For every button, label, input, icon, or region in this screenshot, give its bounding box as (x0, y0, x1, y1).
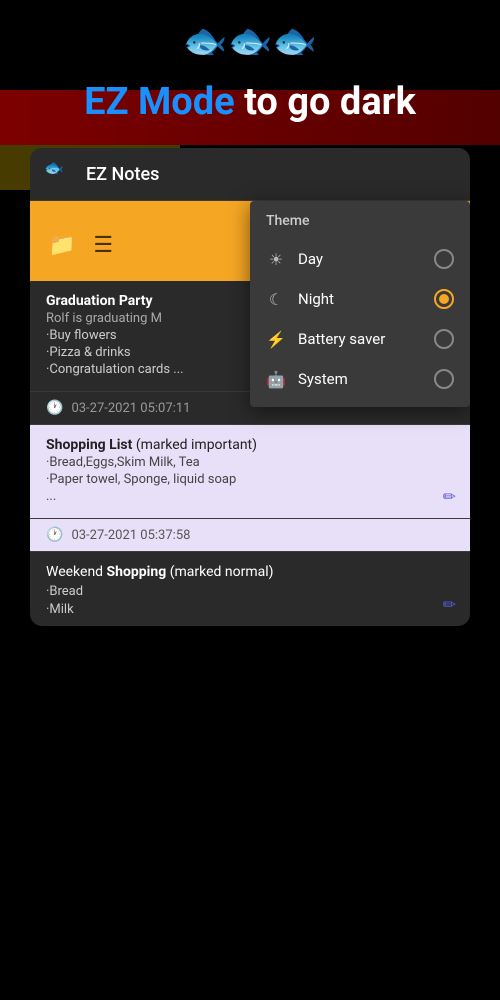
hero-ez-mode: EZ Mode (84, 80, 235, 124)
day-radio[interactable] (434, 249, 454, 269)
note-card-shopping: Shopping List (marked important) ·Bread,… (30, 425, 470, 519)
app-card: 🐟 EZ Notes Notes 📁 ☰ Theme ☀ Day ☾ Night… (30, 148, 470, 626)
hero-suffix: to go dark (235, 80, 416, 124)
night-radio[interactable] (434, 289, 454, 309)
clock-icon-shopping: 🕐 (46, 527, 63, 543)
clock-icon-graduation: 🕐 (46, 400, 63, 416)
app-header: 🐟🐟🐟 EZ Mode to go dark (0, 0, 500, 148)
battery-label: Battery saver (298, 330, 422, 348)
theme-option-battery[interactable]: ⚡ Battery saver (250, 319, 470, 359)
notes-toolbar: Notes 📁 ☰ Theme ☀ Day ☾ Night ⚡ Battery … (30, 201, 470, 281)
shopping-bullet-3: ... (46, 489, 454, 504)
folder-icon[interactable]: 📁 (48, 233, 75, 258)
note-card-weekend: Weekend Shopping (marked normal) ·Bread … (30, 552, 470, 626)
weekend-bullet-2: ·Milk (46, 602, 454, 617)
graduation-title-bold: Graduation Party (46, 293, 153, 309)
shopping-bullet-2: ·Paper towel, Sponge, liquid soap (46, 472, 454, 487)
app-title-text: EZ Notes (86, 164, 159, 185)
night-label: Night (298, 290, 422, 308)
logo-area: 🐟🐟🐟 (0, 20, 500, 62)
weekend-title: Weekend Shopping (marked normal) (46, 564, 454, 580)
hero-title: EZ Mode to go dark (0, 70, 500, 138)
day-label: Day (298, 250, 422, 268)
theme-option-night[interactable]: ☾ Night (250, 279, 470, 319)
day-icon: ☀ (266, 250, 286, 269)
battery-icon: ⚡ (266, 330, 286, 349)
shopping-edit-icon[interactable]: ✏ (443, 487, 456, 506)
app-logo-icon: 🐟 (44, 158, 76, 190)
theme-option-system[interactable]: 🤖 System (250, 359, 470, 399)
shopping-timestamp-row: 🕐 03-27-2021 05:37:58 (30, 519, 470, 552)
shopping-title-bold: Shopping List (46, 437, 132, 453)
list-icon[interactable]: ☰ (93, 233, 113, 258)
weekend-bullet-1: ·Bread (46, 584, 454, 599)
system-icon: 🤖 (266, 370, 286, 389)
logo-emoji: 🐟🐟🐟 (183, 20, 317, 62)
theme-dropdown-header: Theme (250, 213, 470, 239)
weekend-title-prefix: Weekend (46, 564, 107, 580)
shopping-title-suffix: (marked important) (132, 437, 257, 453)
shopping-timestamp: 03-27-2021 05:37:58 (71, 528, 190, 543)
system-radio[interactable] (434, 369, 454, 389)
weekend-title-suffix: (marked normal) (166, 564, 273, 580)
graduation-timestamp: 03-27-2021 05:07:11 (71, 401, 190, 416)
shopping-bullet-1: ·Bread,Eggs,Skim Milk, Tea (46, 455, 454, 470)
weekend-edit-icon[interactable]: ✏ (443, 595, 456, 614)
shopping-title: Shopping List (marked important) (46, 437, 454, 453)
theme-option-day[interactable]: ☀ Day (250, 239, 470, 279)
system-label: System (298, 370, 422, 388)
battery-radio[interactable] (434, 329, 454, 349)
weekend-title-bold: Shopping (107, 564, 167, 580)
night-icon: ☾ (266, 290, 286, 309)
app-topbar: 🐟 EZ Notes (30, 148, 470, 201)
theme-dropdown: Theme ☀ Day ☾ Night ⚡ Battery saver 🤖 Sy… (250, 201, 470, 407)
